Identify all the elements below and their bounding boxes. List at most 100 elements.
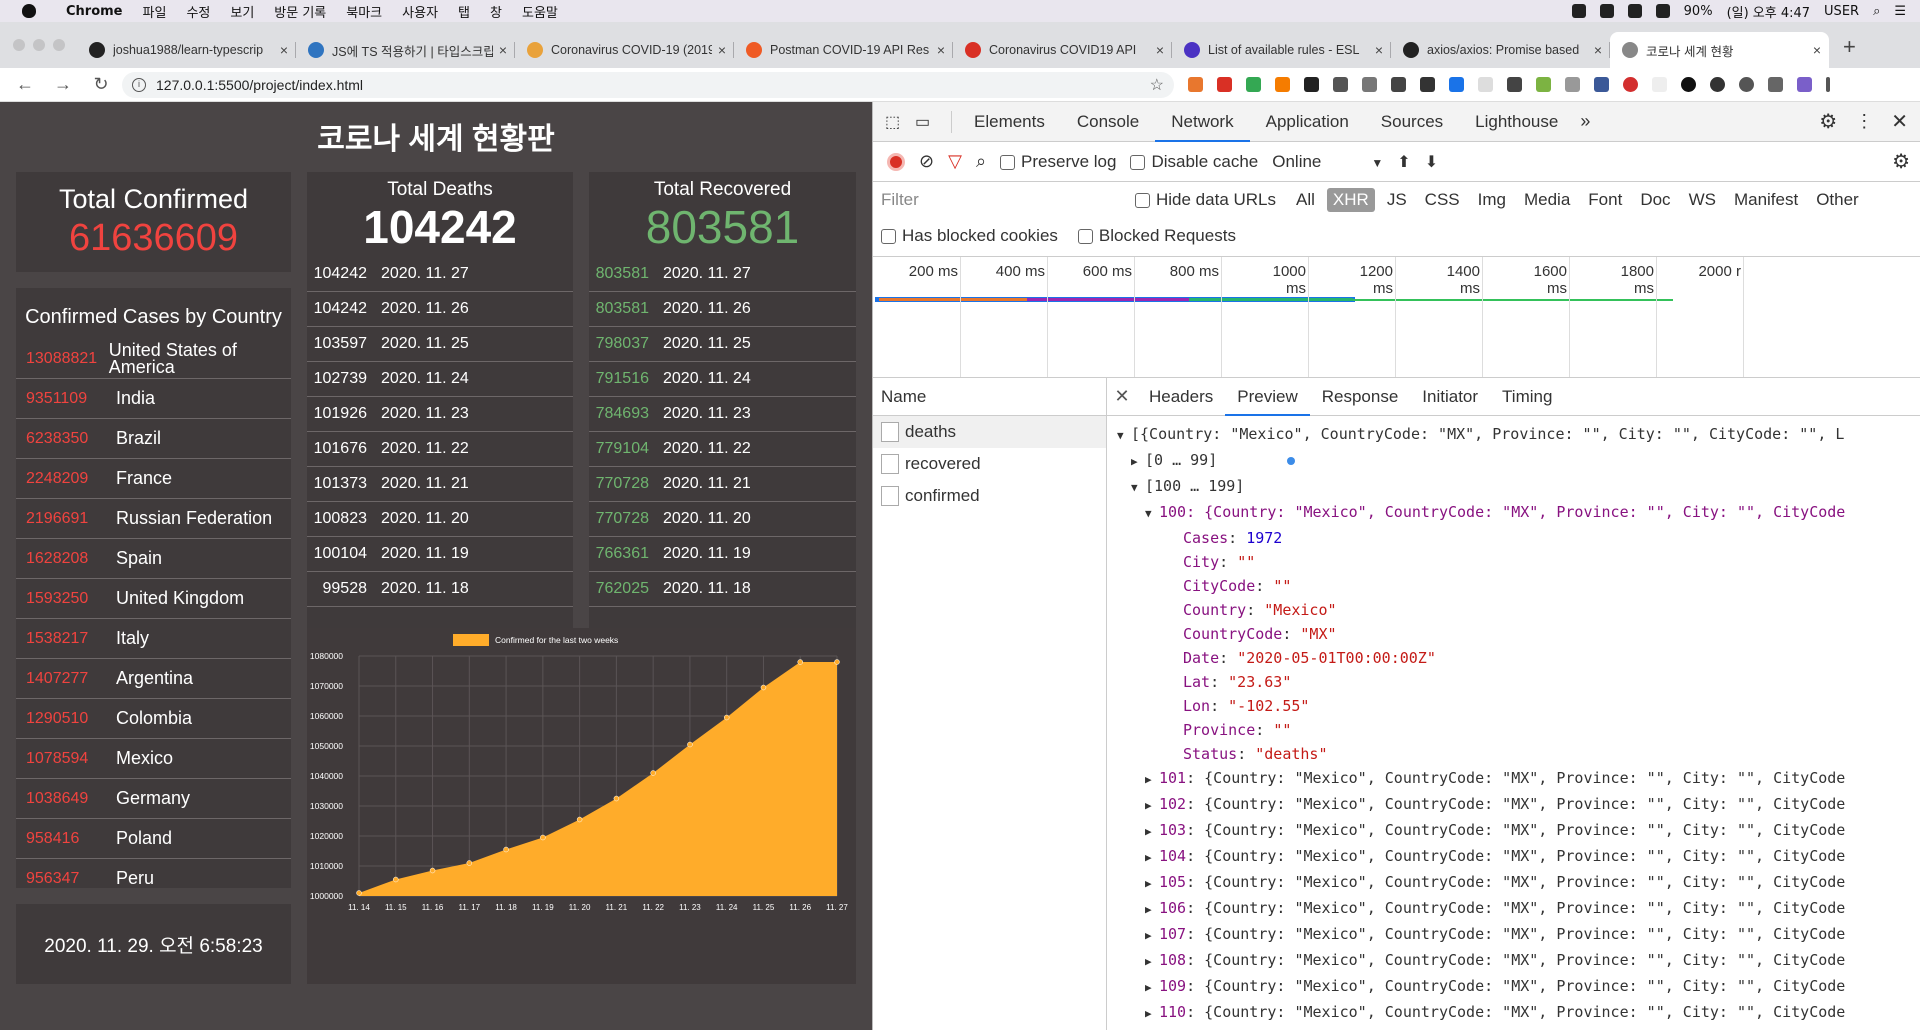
json-item[interactable]: ▶ 102: {Country: "Mexico", CountryCode: "… bbox=[1117, 792, 1920, 818]
menu-item[interactable]: 창 bbox=[490, 2, 502, 21]
json-item[interactable]: ▶ 108: {Country: "Mexico", CountryCode: "… bbox=[1117, 948, 1920, 974]
extension-icon[interactable] bbox=[1188, 77, 1203, 92]
reload-icon[interactable]: ↻ bbox=[88, 74, 114, 95]
json-field[interactable]: CityCode: "" bbox=[1117, 574, 1920, 598]
network-timeline[interactable]: 200 ms 400 ms 600 ms 800 ms 1000 ms 1200 ms 14… bbox=[873, 256, 1920, 378]
url-bar[interactable]: i 127.0.0.1:5500/project/index.html ☆ bbox=[122, 71, 1174, 98]
country-row[interactable]: 956347 Peru bbox=[16, 859, 291, 888]
clear-icon[interactable]: ⊘ bbox=[919, 151, 934, 172]
name-header[interactable]: Name bbox=[873, 378, 1106, 416]
country-row[interactable]: 9351109 India bbox=[16, 379, 291, 419]
close-tab-icon[interactable]: × bbox=[1594, 42, 1602, 58]
forward-icon[interactable]: → bbox=[50, 74, 76, 95]
deaths-row[interactable]: 101373 2020. 11. 21 bbox=[307, 467, 573, 502]
country-row[interactable]: 1290510 Colombia bbox=[16, 699, 291, 739]
json-item[interactable]: ▶ 101: {Country: "Mexico", CountryCode: "… bbox=[1117, 766, 1920, 792]
extension-icon[interactable] bbox=[1652, 77, 1667, 92]
close-tab-icon[interactable]: × bbox=[1813, 42, 1821, 58]
deaths-row[interactable]: 100823 2020. 11. 20 bbox=[307, 502, 573, 537]
expand-arrow-icon[interactable]: ▶ bbox=[1145, 794, 1159, 818]
close-tab-icon[interactable]: × bbox=[1375, 42, 1383, 58]
preview-tab[interactable]: Response bbox=[1310, 378, 1411, 416]
type-filter-button[interactable]: WS bbox=[1683, 188, 1722, 212]
zoom-button[interactable] bbox=[53, 39, 65, 51]
tray-icon[interactable] bbox=[1627, 4, 1642, 18]
preview-tab[interactable]: Preview bbox=[1225, 378, 1310, 416]
tray-icon[interactable] bbox=[1599, 4, 1614, 18]
type-filter-button[interactable]: Other bbox=[1810, 188, 1865, 212]
request-row[interactable]: confirmed bbox=[873, 480, 1106, 512]
devtools-tab[interactable]: Application bbox=[1250, 102, 1365, 142]
json-field[interactable]: Cases: 1972 bbox=[1117, 526, 1920, 550]
extension-icon[interactable] bbox=[1333, 77, 1348, 92]
devtools-tab[interactable]: Elements bbox=[958, 102, 1061, 142]
extension-icon[interactable] bbox=[1362, 77, 1377, 92]
country-row[interactable]: 1628208 Spain bbox=[16, 539, 291, 579]
browser-tab[interactable]: 코로나 세계 현황 × bbox=[1610, 32, 1829, 68]
close-tab-icon[interactable]: × bbox=[718, 42, 726, 58]
expand-arrow-icon[interactable]: ▶ bbox=[1145, 898, 1159, 922]
type-filter-button[interactable]: JS bbox=[1381, 188, 1413, 212]
settings-icon[interactable]: ⚙ bbox=[1892, 149, 1910, 174]
recovered-row[interactable]: 791516 2020. 11. 24 bbox=[589, 362, 856, 397]
menu-item[interactable]: 수정 bbox=[186, 2, 210, 21]
recovered-row[interactable]: 803581 2020. 11. 26 bbox=[589, 292, 856, 327]
json-range[interactable]: [100 … 199] bbox=[1145, 477, 1244, 495]
expand-arrow-icon[interactable]: ▶ bbox=[1145, 1002, 1159, 1026]
country-list[interactable]: 13088821 United States of America 9351109 I… bbox=[16, 339, 291, 888]
json-item[interactable]: ▶ 109: {Country: "Mexico", CountryCode: "… bbox=[1117, 974, 1920, 1000]
type-filter-button[interactable]: Media bbox=[1518, 188, 1576, 212]
throttle-select[interactable]: Online ▼ bbox=[1272, 152, 1383, 172]
puzzle-icon[interactable] bbox=[1768, 77, 1783, 92]
type-filter-button[interactable]: Img bbox=[1472, 188, 1512, 212]
recovered-row[interactable]: 798037 2020. 11. 25 bbox=[589, 327, 856, 362]
bookmark-star-icon[interactable]: ☆ bbox=[1150, 75, 1164, 95]
browser-tab[interactable]: joshua1988/learn-typescrip × bbox=[77, 32, 296, 68]
extension-icon[interactable] bbox=[1507, 77, 1522, 92]
json-range[interactable]: [0 … 99] bbox=[1145, 451, 1217, 469]
json-tree[interactable]: ▼ [{Country: "Mexico", CountryCode: "MX",… bbox=[1107, 416, 1920, 1030]
info-icon[interactable]: i bbox=[132, 77, 146, 92]
recovered-row[interactable]: 779104 2020. 11. 22 bbox=[589, 432, 856, 467]
close-tab-icon[interactable]: × bbox=[937, 42, 945, 58]
blocked-requests-checkbox[interactable]: Blocked Requests bbox=[1077, 226, 1236, 246]
type-filter-button[interactable]: Doc bbox=[1634, 188, 1676, 212]
menu-item[interactable]: 방문 기록 bbox=[274, 2, 326, 21]
recovered-list[interactable]: 803581 2020. 11. 27 803581 2020. 11. 26 7980… bbox=[589, 257, 856, 607]
devtools-tab[interactable]: Sources bbox=[1365, 102, 1459, 142]
browser-tab[interactable]: Coronavirus COVID19 API × bbox=[953, 32, 1172, 68]
user-menu[interactable]: USER bbox=[1824, 4, 1859, 19]
preserve-log-checkbox[interactable]: Preserve log bbox=[1000, 152, 1116, 172]
deaths-row[interactable]: 104242 2020. 11. 27 bbox=[307, 257, 573, 292]
menu-item[interactable]: 탭 bbox=[458, 2, 470, 21]
country-row[interactable]: 1078594 Mexico bbox=[16, 739, 291, 779]
filter-input[interactable]: Filter bbox=[881, 190, 1121, 210]
extension-icon[interactable] bbox=[1478, 77, 1493, 92]
expand-arrow-icon[interactable]: ▶ bbox=[1145, 976, 1159, 1000]
json-item[interactable]: ▶ 105: {Country: "Mexico", CountryCode: "… bbox=[1117, 870, 1920, 896]
apple-icon[interactable] bbox=[22, 4, 36, 18]
type-filter-button[interactable]: Manifest bbox=[1728, 188, 1804, 212]
device-toggle-icon[interactable]: ▭ bbox=[915, 112, 945, 132]
deaths-row[interactable]: 101676 2020. 11. 22 bbox=[307, 432, 573, 467]
inspect-icon[interactable]: ⬚ bbox=[885, 112, 915, 132]
recovered-row[interactable]: 784693 2020. 11. 23 bbox=[589, 397, 856, 432]
menu-item[interactable]: 파일 bbox=[143, 2, 167, 21]
browser-tab[interactable]: JS에 TS 적용하기 | 타입스크립트 × bbox=[296, 32, 515, 68]
gear-icon[interactable]: ⚙ bbox=[1819, 109, 1837, 134]
more-tabs-icon[interactable]: » bbox=[1580, 111, 1590, 132]
expand-arrow-icon[interactable]: ▶ bbox=[1145, 924, 1159, 948]
extension-icon[interactable] bbox=[1710, 77, 1725, 92]
record-icon[interactable] bbox=[887, 152, 905, 171]
battery-status[interactable]: 90% bbox=[1684, 4, 1713, 19]
deaths-row[interactable]: 103597 2020. 11. 25 bbox=[307, 327, 573, 362]
close-details-icon[interactable]: ✕ bbox=[1107, 386, 1137, 407]
close-tab-icon[interactable]: × bbox=[1156, 42, 1164, 58]
expand-arrow-icon[interactable]: ▶ bbox=[1145, 846, 1159, 870]
json-field[interactable]: Status: "deaths" bbox=[1117, 742, 1920, 766]
extension-icon[interactable] bbox=[1449, 77, 1464, 92]
json-field[interactable]: Date: "2020-05-01T00:00:00Z" bbox=[1117, 646, 1920, 670]
country-row[interactable]: 6238350 Brazil bbox=[16, 419, 291, 459]
deaths-list[interactable]: 104242 2020. 11. 27 104242 2020. 11. 26 1035… bbox=[307, 257, 573, 607]
expand-arrow-icon[interactable]: ▶ bbox=[1145, 820, 1159, 844]
